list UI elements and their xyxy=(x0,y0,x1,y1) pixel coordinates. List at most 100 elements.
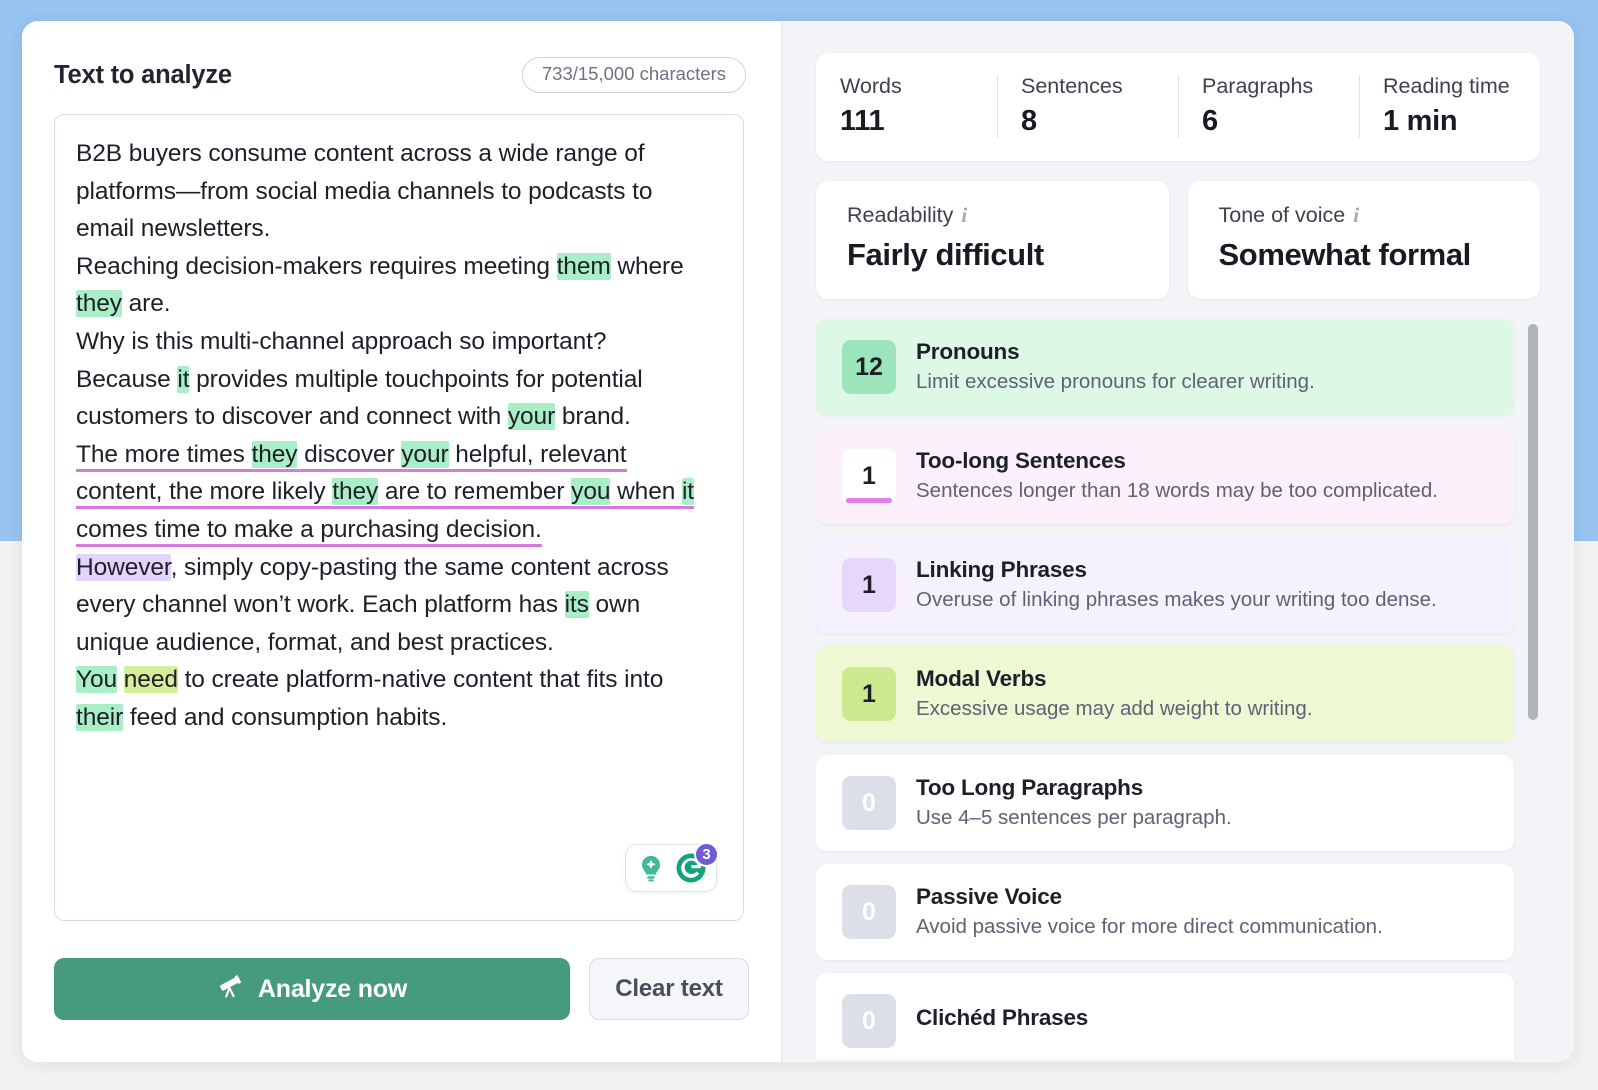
issue-text: Linking Phrases Overuse of linking phras… xyxy=(916,558,1437,611)
clear-text-button[interactable]: Clear text xyxy=(589,958,749,1020)
issue-title: Pronouns xyxy=(916,340,1315,365)
issue-card-passive-voice[interactable]: 0 Passive Voice Avoid passive voice for … xyxy=(816,864,1514,960)
grammarly-badge-count: 3 xyxy=(694,842,719,867)
issue-description: Overuse of linking phrases makes your wr… xyxy=(916,589,1437,612)
readability-label-text: Readability xyxy=(847,205,953,227)
pronoun-highlight: you xyxy=(571,478,610,505)
stat-reading-time: Reading time 1 min xyxy=(1359,76,1540,138)
tone-value: Somewhat formal xyxy=(1219,239,1541,270)
stat-value: 111 xyxy=(840,107,997,136)
issue-description: Sentences longer than 18 words may be to… xyxy=(916,480,1438,503)
readability-label: Readability i xyxy=(847,205,1169,227)
pronoun-highlight: they xyxy=(332,478,378,505)
issues-scrollbar[interactable] xyxy=(1528,324,1538,1044)
pronoun-highlight: your xyxy=(401,441,448,468)
character-counter: 733/15,000 characters xyxy=(522,57,746,93)
tone-of-voice-card: Tone of voice i Somewhat formal xyxy=(1188,181,1541,299)
stat-words: Words 111 xyxy=(816,76,997,138)
editor-actions: Analyze now Clear text xyxy=(54,958,749,1020)
results-pane: Words 111 Sentences 8 Paragraphs 6 Readi… xyxy=(782,21,1574,1062)
issue-title: Too-long Sentences xyxy=(916,449,1438,474)
issue-description: Avoid passive voice for more direct comm… xyxy=(916,916,1383,939)
analyze-now-button[interactable]: Analyze now xyxy=(54,958,570,1020)
screenshot-root: Text to analyze 733/15,000 characters B2… xyxy=(0,0,1598,1090)
stats-summary-card: Words 111 Sentences 8 Paragraphs 6 Readi… xyxy=(816,53,1540,161)
info-icon[interactable]: i xyxy=(961,205,967,226)
issue-card-too-long-sentences[interactable]: 1 Too-long Sentences Sentences longer th… xyxy=(816,428,1514,524)
pronoun-highlight: its xyxy=(565,591,589,618)
analyzed-text[interactable]: B2B buyers consume content across a wide… xyxy=(76,135,716,737)
text-paragraph: However, simply copy-pasting the same co… xyxy=(76,549,716,662)
stat-value: 8 xyxy=(1021,107,1178,136)
issue-text: Pronouns Limit excessive pronouns for cl… xyxy=(916,340,1315,393)
issue-text: Too Long Paragraphs Use 4–5 sentences pe… xyxy=(916,776,1232,829)
page-title: Text to analyze xyxy=(54,61,232,90)
pronoun-highlight: their xyxy=(76,704,123,731)
issue-title: Linking Phrases xyxy=(916,558,1437,583)
text-paragraph: Because it provides multiple touchpoints… xyxy=(76,361,716,436)
issue-text: Passive Voice Avoid passive voice for mo… xyxy=(916,885,1383,938)
readability-value: Fairly difficult xyxy=(847,239,1169,270)
issue-card-cliched-phrases[interactable]: 0 Clichéd Phrases xyxy=(816,973,1514,1059)
issue-count-badge: 1 xyxy=(842,558,896,612)
text-paragraph: The more times they discover your helpfu… xyxy=(76,436,716,549)
text-paragraph: Why is this multi-channel approach so im… xyxy=(76,323,716,361)
pronoun-highlight: them xyxy=(557,253,611,280)
issue-count-badge: 12 xyxy=(842,340,896,394)
issues-list[interactable]: 12 Pronouns Limit excessive pronouns for… xyxy=(816,319,1540,1059)
stat-sentences: Sentences 8 xyxy=(997,76,1178,138)
issue-count-badge: 0 xyxy=(842,994,896,1048)
stat-label: Reading time xyxy=(1383,76,1540,98)
stat-label: Words xyxy=(840,76,997,98)
issue-title: Too Long Paragraphs xyxy=(916,776,1232,801)
issue-count-badge: 1 xyxy=(842,667,896,721)
issue-title: Clichéd Phrases xyxy=(916,1006,1088,1031)
stat-label: Paragraphs xyxy=(1202,76,1359,98)
issue-text: Too-long Sentences Sentences longer than… xyxy=(916,449,1438,502)
modal-verb-highlight: need xyxy=(124,666,178,693)
app-window: Text to analyze 733/15,000 characters B2… xyxy=(22,21,1574,1062)
issue-count-badge: 0 xyxy=(842,776,896,830)
long-sentence-underline: The more times they discover your helpfu… xyxy=(76,441,694,547)
pronoun-highlight: your xyxy=(508,403,555,430)
text-paragraph: Reaching decision-makers requires meetin… xyxy=(76,248,716,323)
lightbulb-idea-icon[interactable] xyxy=(632,849,670,887)
issue-title: Passive Voice xyxy=(916,885,1383,910)
pronoun-highlight: they xyxy=(76,290,122,317)
pronoun-highlight: You xyxy=(76,666,117,693)
linking-phrase-highlight: However xyxy=(76,554,171,581)
analyze-now-label: Analyze now xyxy=(258,975,407,1004)
issue-title: Modal Verbs xyxy=(916,667,1313,692)
extension-dock[interactable]: 3 xyxy=(625,844,717,892)
text-input-area[interactable]: B2B buyers consume content across a wide… xyxy=(54,114,744,921)
pronoun-highlight: they xyxy=(252,441,298,468)
issue-description: Limit excessive pronouns for clearer wri… xyxy=(916,371,1315,394)
issue-text: Modal Verbs Excessive usage may add weig… xyxy=(916,667,1313,720)
stat-value: 6 xyxy=(1202,107,1359,136)
issue-description: Excessive usage may add weight to writin… xyxy=(916,698,1313,721)
issue-count-badge: 1 xyxy=(842,449,896,503)
issues-scrollbar-thumb[interactable] xyxy=(1528,324,1538,720)
editor-header: Text to analyze 733/15,000 characters xyxy=(54,54,749,96)
telescope-icon xyxy=(217,972,245,1007)
pronoun-highlight: it xyxy=(177,366,189,393)
issue-card-too-long-paragraphs[interactable]: 0 Too Long Paragraphs Use 4–5 sentences … xyxy=(816,755,1514,851)
editor-pane: Text to analyze 733/15,000 characters B2… xyxy=(22,21,782,1062)
issue-count-badge: 0 xyxy=(842,885,896,939)
issue-card-pronouns[interactable]: 12 Pronouns Limit excessive pronouns for… xyxy=(816,319,1514,415)
issue-text: Clichéd Phrases xyxy=(916,1006,1088,1037)
stat-value: 1 min xyxy=(1383,107,1540,136)
issue-card-modal-verbs[interactable]: 1 Modal Verbs Excessive usage may add we… xyxy=(816,646,1514,742)
readability-card: Readability i Fairly difficult xyxy=(816,181,1169,299)
grammarly-g-icon[interactable]: 3 xyxy=(672,849,710,887)
tone-label-text: Tone of voice xyxy=(1219,205,1346,227)
score-cards-row: Readability i Fairly difficult Tone of v… xyxy=(816,181,1540,299)
issue-description: Use 4–5 sentences per paragraph. xyxy=(916,807,1232,830)
pronoun-highlight: it xyxy=(682,478,694,505)
text-paragraph: You need to create platform-native conte… xyxy=(76,661,716,736)
info-icon[interactable]: i xyxy=(1353,205,1359,226)
text-paragraph: B2B buyers consume content across a wide… xyxy=(76,135,716,248)
stat-label: Sentences xyxy=(1021,76,1178,98)
issue-card-linking-phrases[interactable]: 1 Linking Phrases Overuse of linking phr… xyxy=(816,537,1514,633)
stat-paragraphs: Paragraphs 6 xyxy=(1178,76,1359,138)
